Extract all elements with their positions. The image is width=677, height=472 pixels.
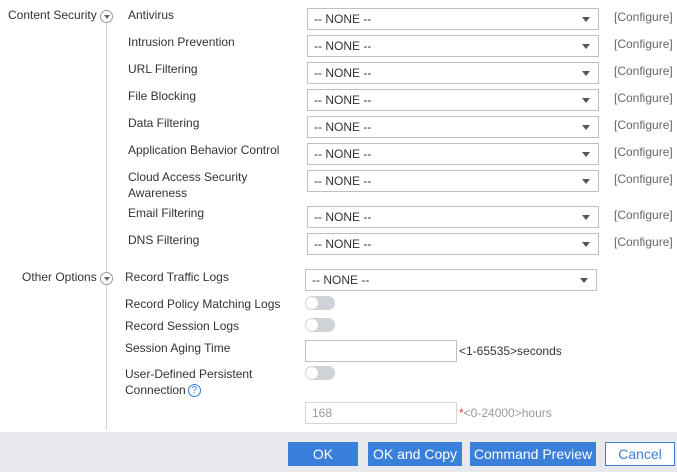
dns-filtering-label: DNS Filtering [128, 233, 200, 247]
url-filtering-configure-link[interactable]: [Configure] [614, 64, 673, 78]
record-traffic-logs-select-value: -- NONE -- [312, 273, 370, 287]
cloud-access-security-awareness-configure-link[interactable]: [Configure] [614, 172, 673, 186]
persistent-connection-label-line1: User-Defined Persistent [125, 367, 253, 381]
cloud-access-security-awareness-label-line1: Cloud Access Security [128, 170, 248, 184]
chevron-down-icon [582, 152, 590, 157]
intrusion-prevention-select[interactable]: -- NONE -- [307, 35, 599, 57]
url-filtering-select-value: -- NONE -- [314, 66, 372, 80]
cloud-access-security-awareness-select[interactable]: -- NONE -- [307, 170, 599, 192]
session-aging-time-label: Session Aging Time [125, 341, 231, 355]
chevron-down-icon [582, 242, 590, 247]
record-session-logs-toggle[interactable] [305, 318, 335, 332]
cloud-access-security-awareness-label-line2: Awareness [128, 186, 188, 200]
antivirus-select[interactable]: -- NONE -- [307, 8, 599, 30]
persistent-hours-range: <0-24000>hours [463, 406, 552, 420]
chevron-down-icon [582, 44, 590, 49]
email-filtering-select[interactable]: -- NONE -- [307, 206, 599, 228]
file-blocking-configure-link[interactable]: [Configure] [614, 91, 673, 105]
persistent-connection-label-line2: Connection? [125, 382, 201, 398]
email-filtering-select-value: -- NONE -- [314, 210, 372, 224]
url-filtering-label: URL Filtering [128, 62, 198, 76]
email-filtering-configure-link[interactable]: [Configure] [614, 208, 673, 222]
chevron-down-icon [582, 71, 590, 76]
record-policy-matching-logs-toggle[interactable] [305, 296, 335, 310]
other-options-collapse-icon[interactable] [100, 272, 113, 285]
application-behavior-control-label: Application Behavior Control [128, 143, 280, 157]
other-options-section-label: Other Options [22, 270, 97, 284]
antivirus-select-value: -- NONE -- [314, 12, 372, 26]
application-behavior-control-select-value: -- NONE -- [314, 147, 372, 161]
data-filtering-select[interactable]: -- NONE -- [307, 116, 599, 138]
persistent-hours-hint: *<0-24000>hours [459, 406, 552, 420]
antivirus-configure-link[interactable]: [Configure] [614, 10, 673, 24]
dns-filtering-select-value: -- NONE -- [314, 237, 372, 251]
record-traffic-logs-select[interactable]: -- NONE -- [305, 269, 597, 291]
dns-filtering-configure-link[interactable]: [Configure] [614, 235, 673, 249]
chevron-down-icon [582, 179, 590, 184]
persistent-connection-toggle[interactable] [305, 366, 335, 380]
chevron-down-icon [582, 98, 590, 103]
section-guide-line [106, 22, 107, 430]
antivirus-label: Antivirus [128, 8, 175, 22]
application-behavior-control-configure-link[interactable]: [Configure] [614, 145, 673, 159]
chevron-down-icon [582, 215, 590, 220]
record-policy-matching-logs-label: Record Policy Matching Logs [125, 297, 281, 311]
help-icon[interactable]: ? [187, 384, 201, 398]
intrusion-prevention-select-value: -- NONE -- [314, 39, 372, 53]
intrusion-prevention-configure-link[interactable]: [Configure] [614, 37, 673, 51]
ok-button[interactable]: OK [288, 442, 358, 466]
cancel-button[interactable]: Cancel [605, 442, 675, 466]
cloud-access-security-awareness-select-value: -- NONE -- [314, 174, 372, 188]
record-session-logs-label: Record Session Logs [125, 319, 240, 333]
dns-filtering-select[interactable]: -- NONE -- [307, 233, 599, 255]
content-security-collapse-icon[interactable] [100, 10, 113, 23]
session-aging-time-input[interactable] [305, 340, 457, 362]
chevron-down-icon [582, 125, 590, 130]
email-filtering-label: Email Filtering [128, 206, 205, 220]
intrusion-prevention-label: Intrusion Prevention [128, 35, 235, 49]
chevron-down-icon [580, 278, 588, 283]
chevron-down-icon [582, 17, 590, 22]
persistent-connection-label-text: Connection [125, 383, 186, 397]
content-security-section-label: Content Security [8, 8, 97, 22]
data-filtering-label: Data Filtering [128, 116, 200, 130]
session-aging-time-hint: <1-65535>seconds [459, 344, 562, 358]
application-behavior-control-select[interactable]: -- NONE -- [307, 143, 599, 165]
url-filtering-select[interactable]: -- NONE -- [307, 62, 599, 84]
record-traffic-logs-label: Record Traffic Logs [125, 270, 229, 284]
file-blocking-select-value: -- NONE -- [314, 93, 372, 107]
file-blocking-select[interactable]: -- NONE -- [307, 89, 599, 111]
data-filtering-configure-link[interactable]: [Configure] [614, 118, 673, 132]
ok-and-copy-button[interactable]: OK and Copy [368, 442, 462, 466]
data-filtering-select-value: -- NONE -- [314, 120, 372, 134]
persistent-hours-input[interactable]: 168 [305, 402, 457, 424]
file-blocking-label: File Blocking [128, 89, 197, 103]
command-preview-button[interactable]: Command Preview [470, 442, 596, 466]
